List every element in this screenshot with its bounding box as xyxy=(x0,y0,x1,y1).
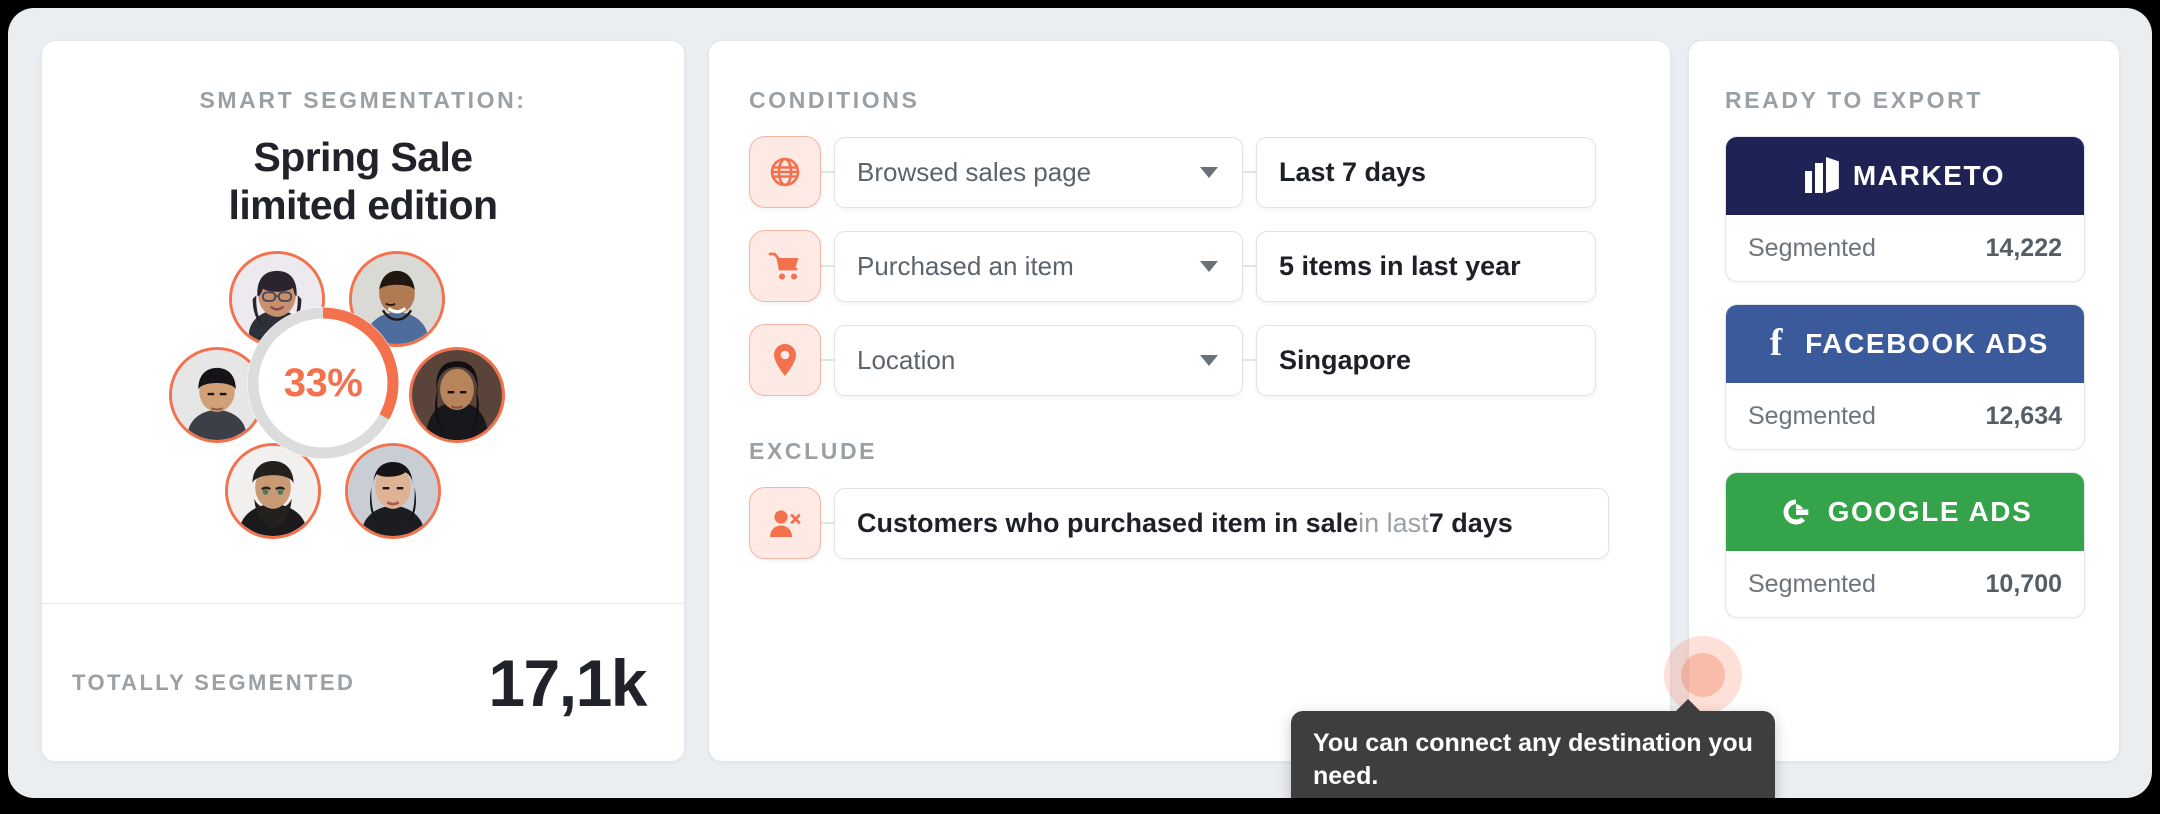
google-logo-icon xyxy=(1778,494,1814,530)
exclude-rule-mid: in last xyxy=(1358,508,1429,539)
condition-value-text: Last 7 days xyxy=(1279,157,1426,188)
destination-name: MARKETO xyxy=(1853,160,2005,192)
condition-row: Purchased an item 5 items in last year xyxy=(749,230,1628,302)
totally-segmented-label: TOTALLY SEGMENTED xyxy=(72,670,355,696)
metric-value: 14,222 xyxy=(1986,234,2062,263)
destination-card-google-ads[interactable]: GOOGLE ADS Segmented 10,700 xyxy=(1725,472,2085,618)
exclude-rule-tail: 7 days xyxy=(1429,508,1513,539)
donut-percent-label: 33% xyxy=(239,299,407,467)
user-remove-icon xyxy=(749,487,821,559)
avatar-cluster: 33% xyxy=(163,247,563,537)
destination-card-marketo[interactable]: MARKETO Segmented 14,222 xyxy=(1725,136,2085,282)
row-connector xyxy=(821,522,834,524)
globe-glyph xyxy=(769,156,801,188)
condition-value-text: 5 items in last year xyxy=(1279,251,1521,282)
destination-header: f FACEBOOK ADS xyxy=(1726,305,2084,383)
avatar xyxy=(409,347,505,443)
segmentation-donut-chart: 33% xyxy=(239,299,407,467)
user-remove-glyph xyxy=(768,507,802,539)
location-pin-glyph xyxy=(772,343,798,377)
globe-icon xyxy=(749,136,821,208)
tooltip: You can connect any destination you need… xyxy=(1291,711,1775,798)
row-connector xyxy=(1243,359,1256,361)
exclude-label: EXCLUDE xyxy=(749,438,1628,465)
condition-type-value: Purchased an item xyxy=(857,251,1074,282)
cart-icon xyxy=(749,230,821,302)
condition-row: Location Singapore xyxy=(749,324,1628,396)
condition-type-value: Location xyxy=(857,345,955,376)
screen-frame: SMART SEGMENTATION: Spring Sale limited … xyxy=(0,0,2160,814)
destination-metric-row: Segmented 14,222 xyxy=(1726,215,2084,281)
destination-card-facebook-ads[interactable]: f FACEBOOK ADS Segmented 12,634 xyxy=(1725,304,2085,450)
ready-to-export-label: READY TO EXPORT xyxy=(1725,87,2085,114)
exclude-rule-lead: Customers who purchased item in sale xyxy=(857,508,1358,539)
metric-label: Segmented xyxy=(1748,570,1876,599)
exclude-row: Customers who purchased item in sale in … xyxy=(749,487,1628,559)
condition-type-value: Browsed sales page xyxy=(857,157,1091,188)
location-pin-icon xyxy=(749,324,821,396)
condition-value-field[interactable]: Singapore xyxy=(1256,325,1596,396)
metric-value: 10,700 xyxy=(1986,570,2062,599)
segment-title-line-1: Spring Sale xyxy=(42,134,684,182)
segment-title-line-2: limited edition xyxy=(42,182,684,230)
condition-type-select[interactable]: Browsed sales page xyxy=(834,137,1243,208)
metric-label: Segmented xyxy=(1748,234,1876,263)
destination-header: GOOGLE ADS xyxy=(1726,473,2084,551)
row-connector xyxy=(821,265,834,267)
facebook-logo-icon: f xyxy=(1761,326,1791,362)
chevron-down-icon xyxy=(1200,167,1218,178)
row-connector xyxy=(1243,265,1256,267)
conditions-label: CONDITIONS xyxy=(749,87,1628,114)
rules-card: CONDITIONS Browsed sales page xyxy=(708,40,1671,762)
app-viewport: SMART SEGMENTATION: Spring Sale limited … xyxy=(8,8,2152,798)
condition-row: Browsed sales page Last 7 days xyxy=(749,136,1628,208)
row-connector xyxy=(1243,171,1256,173)
destination-name: FACEBOOK ADS xyxy=(1805,328,2049,360)
metric-value: 12,634 xyxy=(1986,402,2062,431)
condition-type-select[interactable]: Purchased an item xyxy=(834,231,1243,302)
cart-glyph xyxy=(768,250,802,282)
condition-value-field[interactable]: 5 items in last year xyxy=(1256,231,1596,302)
page-title: Spring Sale limited edition xyxy=(42,134,684,229)
destination-metric-row: Segmented 10,700 xyxy=(1726,551,2084,617)
totally-segmented-row: TOTALLY SEGMENTED 17,1k xyxy=(42,604,684,761)
row-connector xyxy=(821,171,834,173)
destination-name: GOOGLE ADS xyxy=(1828,496,2033,528)
segmentation-eyebrow: SMART SEGMENTATION: xyxy=(42,87,684,114)
row-connector xyxy=(821,359,834,361)
destination-header: MARKETO xyxy=(1726,137,2084,215)
marketo-logo-icon xyxy=(1805,159,1839,193)
condition-value-text: Singapore xyxy=(1279,345,1411,376)
avatar-portrait-icon xyxy=(412,350,502,440)
chevron-down-icon xyxy=(1200,261,1218,272)
segmentation-card: SMART SEGMENTATION: Spring Sale limited … xyxy=(41,40,685,762)
condition-value-field[interactable]: Last 7 days xyxy=(1256,137,1596,208)
condition-type-select[interactable]: Location xyxy=(834,325,1243,396)
destination-metric-row: Segmented 12,634 xyxy=(1726,383,2084,449)
exclude-rule-field[interactable]: Customers who purchased item in sale in … xyxy=(834,488,1609,559)
chevron-down-icon xyxy=(1200,355,1218,366)
metric-label: Segmented xyxy=(1748,402,1876,431)
totally-segmented-value: 17,1k xyxy=(488,645,646,721)
export-card: READY TO EXPORT MARKETO Segmented 14,222… xyxy=(1688,40,2120,762)
